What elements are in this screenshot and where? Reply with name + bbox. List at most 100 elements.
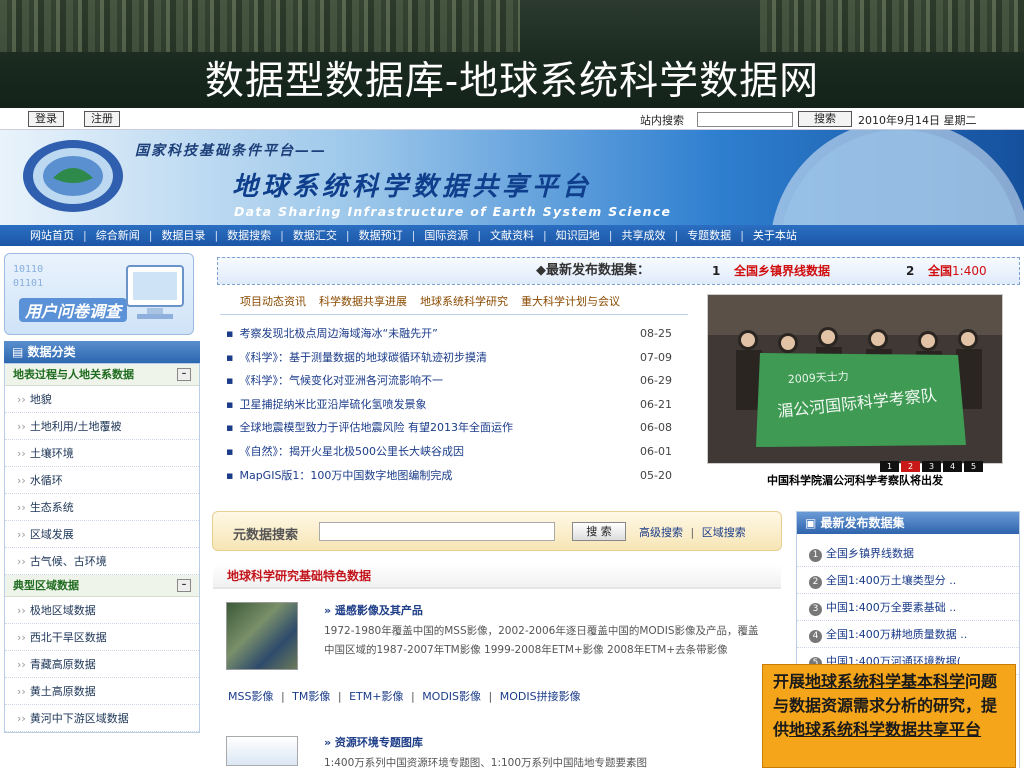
featured-link[interactable]: MODIS拼接影像 xyxy=(500,690,581,703)
news-title[interactable]: 《自然》：揭开火星北极500公里长大峡谷成因 xyxy=(239,445,464,458)
nav-item[interactable]: 共享成效 xyxy=(621,229,665,242)
nav-item[interactable]: 网站首页 xyxy=(30,229,74,242)
nav-item[interactable]: 文献资料 xyxy=(490,229,534,242)
category-item[interactable]: ›› 青藏高原数据 xyxy=(5,651,199,678)
photo-page-button[interactable]: 1 xyxy=(880,461,899,472)
nav-item[interactable]: 数据目录 xyxy=(161,229,205,242)
featured-link[interactable]: MODIS影像 xyxy=(422,690,481,703)
news-item[interactable]: ▪ MapGIS版1：100万中国数字地图编制完成 05-20 xyxy=(226,464,686,488)
news-tab[interactable]: 科学数据共享进展 xyxy=(319,295,407,308)
category-item[interactable]: ›› 古气候、古环境 xyxy=(5,548,199,575)
category-group-header[interactable]: 典型区域数据 – xyxy=(5,575,199,597)
category-item[interactable]: ›› 地貌 xyxy=(5,386,199,413)
news-title[interactable]: 《科学》：基于测量数据的地球碳循环轨迹初步摸清 xyxy=(239,351,487,364)
chevron-right-icon: ›› xyxy=(17,393,26,406)
featured-item-title[interactable]: » 资源环境专题图库 xyxy=(324,734,423,750)
latest-box-item-label: 全国1:400万耕地质量数据 .. xyxy=(826,628,968,641)
featured-item-title[interactable]: » 遥感影像及其产品 xyxy=(324,602,423,618)
login-button[interactable]: 登录 xyxy=(28,111,64,127)
category-item[interactable]: ›› 西北干旱区数据 xyxy=(5,624,199,651)
latest-box-header: ▣ 最新发布数据集 xyxy=(797,512,1019,534)
category-item[interactable]: ›› 黄土高原数据 xyxy=(5,678,199,705)
news-title[interactable]: 《科学》：气候变化对亚洲各河流影响不一 xyxy=(239,374,443,387)
latest-box-item[interactable]: 3 中国1:400万全要素基础 .. xyxy=(797,594,1019,621)
category-item-label: 西北干旱区数据 xyxy=(29,631,107,644)
photo-page-button[interactable]: 5 xyxy=(964,461,983,472)
note-text-pre: 开展 xyxy=(773,672,806,691)
news-item[interactable]: ▪ 《自然》：揭开火星北极500公里长大峡谷成因 06-01 xyxy=(226,440,686,464)
survey-banner[interactable]: 10110 01101 用户问卷调查 xyxy=(4,253,194,335)
nav-item[interactable]: 国际资源 xyxy=(424,229,468,242)
news-title[interactable]: 全球地震模型致力于评估地震风险 有望2013年全面运作 xyxy=(239,421,513,434)
news-item[interactable]: ▪ 全球地震模型致力于评估地震风险 有望2013年全面运作 06-08 xyxy=(226,416,686,440)
nav-item[interactable]: 专题数据 xyxy=(687,229,731,242)
latest-dataset-strip: ◆最新发布数据集： 1 全国乡镇界线数据 2 全国1:400 xyxy=(217,257,1020,285)
category-item[interactable]: ›› 土地利用/土地覆被 xyxy=(5,413,199,440)
latest-box-item[interactable]: 2 全国1:400万土壤类型分 .. xyxy=(797,567,1019,594)
region-search-link[interactable]: 区域搜索 xyxy=(702,526,746,539)
news-item[interactable]: ▪ 《科学》：基于测量数据的地球碳循环轨迹初步摸清 07-09 xyxy=(226,346,686,370)
category-list-icon: ▤ xyxy=(12,345,24,359)
latest-box-item[interactable]: 4 全国1:400万耕地质量数据 .. xyxy=(797,621,1019,648)
latest-box-item-label: 全国1:400万土壤类型分 .. xyxy=(826,574,957,587)
photo-page-button[interactable]: 3 xyxy=(922,461,941,472)
nav-item[interactable]: 知识园地 xyxy=(556,229,600,242)
collapse-toggle-icon[interactable]: – xyxy=(177,368,191,381)
nav-separator: | xyxy=(543,229,547,242)
advanced-search-link[interactable]: 高级搜索 xyxy=(639,526,683,539)
news-title[interactable]: 卫星捕捉纳米比亚沿岸硫化氢喷发景象 xyxy=(239,398,426,411)
register-button[interactable]: 注册 xyxy=(84,111,120,127)
metadata-search-label: 元数据搜索 xyxy=(233,528,299,543)
nav-separator: | xyxy=(214,229,219,242)
news-tab[interactable]: 项目动态资讯 xyxy=(240,295,306,308)
latest-strip-item1[interactable]: 全国乡镇界线数据 xyxy=(734,258,830,284)
bullet-icon: ▪ xyxy=(226,421,234,435)
category-item[interactable]: ›› 生态系统 xyxy=(5,494,199,521)
chevron-right-icon: ›› xyxy=(17,447,26,460)
nav-item[interactable]: 数据预订 xyxy=(359,229,403,242)
featured-link[interactable]: TM影像 xyxy=(292,690,330,703)
collapse-toggle-icon[interactable]: – xyxy=(177,579,191,592)
featured-link[interactable]: ETM+影像 xyxy=(349,690,403,703)
category-item[interactable]: ›› 区域发展 xyxy=(5,521,199,548)
category-item-label: 土壤环境 xyxy=(29,447,74,460)
nav-separator: | xyxy=(477,229,482,242)
chevron-right-icon: ›› xyxy=(17,604,26,617)
main-nav: 网站首页 | 综合新闻 | 数据目录 | 数据搜索 | 数据汇交 | 数据预订 | 国际资源 | 文献资料 |… xyxy=(0,225,1024,246)
site-search-input[interactable] xyxy=(697,112,793,127)
site-banner: 国家科技基础条件平台—— 地球系统科学数据共享平台 Data Sharing I… xyxy=(0,130,1024,225)
news-tab[interactable]: 地球系统科学研究 xyxy=(420,295,508,308)
category-item[interactable]: ›› 黄河中下游区域数据 xyxy=(5,705,199,732)
news-list: ▪ 考察发现北极点周边海域海冰“未融先开” 08-25 ▪ 《科学》：基于测量数据的地球… xyxy=(226,322,686,487)
resource-map-thumbnail[interactable] xyxy=(226,736,298,766)
news-item[interactable]: ▪ 考察发现北极点周边海域海冰“未融先开” 08-25 xyxy=(226,322,686,346)
nav-item[interactable]: 数据汇交 xyxy=(293,229,337,242)
nav-item[interactable]: 数据搜索 xyxy=(227,229,271,242)
metadata-search-button[interactable]: 搜 索 xyxy=(572,522,626,541)
photo-page-button[interactable]: 2 xyxy=(901,461,920,472)
latest-strip-item2[interactable]: 全国1:400 xyxy=(928,258,987,284)
site-search-button[interactable]: 搜索 xyxy=(798,111,852,127)
category-item-label: 青藏高原数据 xyxy=(29,658,96,671)
photo-page-button[interactable]: 4 xyxy=(943,461,962,472)
news-item[interactable]: ▪ 《科学》：气候变化对亚洲各河流影响不一 06-29 xyxy=(226,369,686,393)
folder-icon: ▣ xyxy=(805,516,821,530)
platform-title-en: Data Sharing Infrastructure of Earth Sys… xyxy=(234,204,672,219)
category-item[interactable]: ›› 土壤环境 xyxy=(5,440,199,467)
category-item[interactable]: ›› 极地区域数据 xyxy=(5,597,199,624)
news-title[interactable]: 考察发现北极点周边海域海冰“未融先开” xyxy=(239,327,437,340)
metadata-search-input[interactable] xyxy=(319,522,555,541)
nav-item[interactable]: 关于本站 xyxy=(753,229,797,242)
remote-sensing-thumbnail[interactable] xyxy=(226,602,298,670)
category-item[interactable]: ›› 水循环 xyxy=(5,467,199,494)
news-tab[interactable]: 重大科学计划与会议 xyxy=(521,295,620,308)
news-item[interactable]: ▪ 卫星捕捉纳米比亚沿岸硫化氢喷发景象 06-21 xyxy=(226,393,686,417)
latest-box-item[interactable]: 1 全国乡镇界线数据 xyxy=(797,540,1019,567)
category-group-header[interactable]: 地表过程与人地关系数据 – xyxy=(5,364,199,386)
featured-link[interactable]: MSS影像 xyxy=(228,690,273,703)
bullet-icon: ▪ xyxy=(226,468,234,482)
nav-item[interactable]: 综合新闻 xyxy=(96,229,140,242)
news-photo[interactable]: 2009天士力 湄公河国际科学考察队 xyxy=(707,294,1003,464)
news-title[interactable]: MapGIS版1：100万中国数字地图编制完成 xyxy=(239,469,452,482)
nav-separator: | xyxy=(608,229,613,242)
